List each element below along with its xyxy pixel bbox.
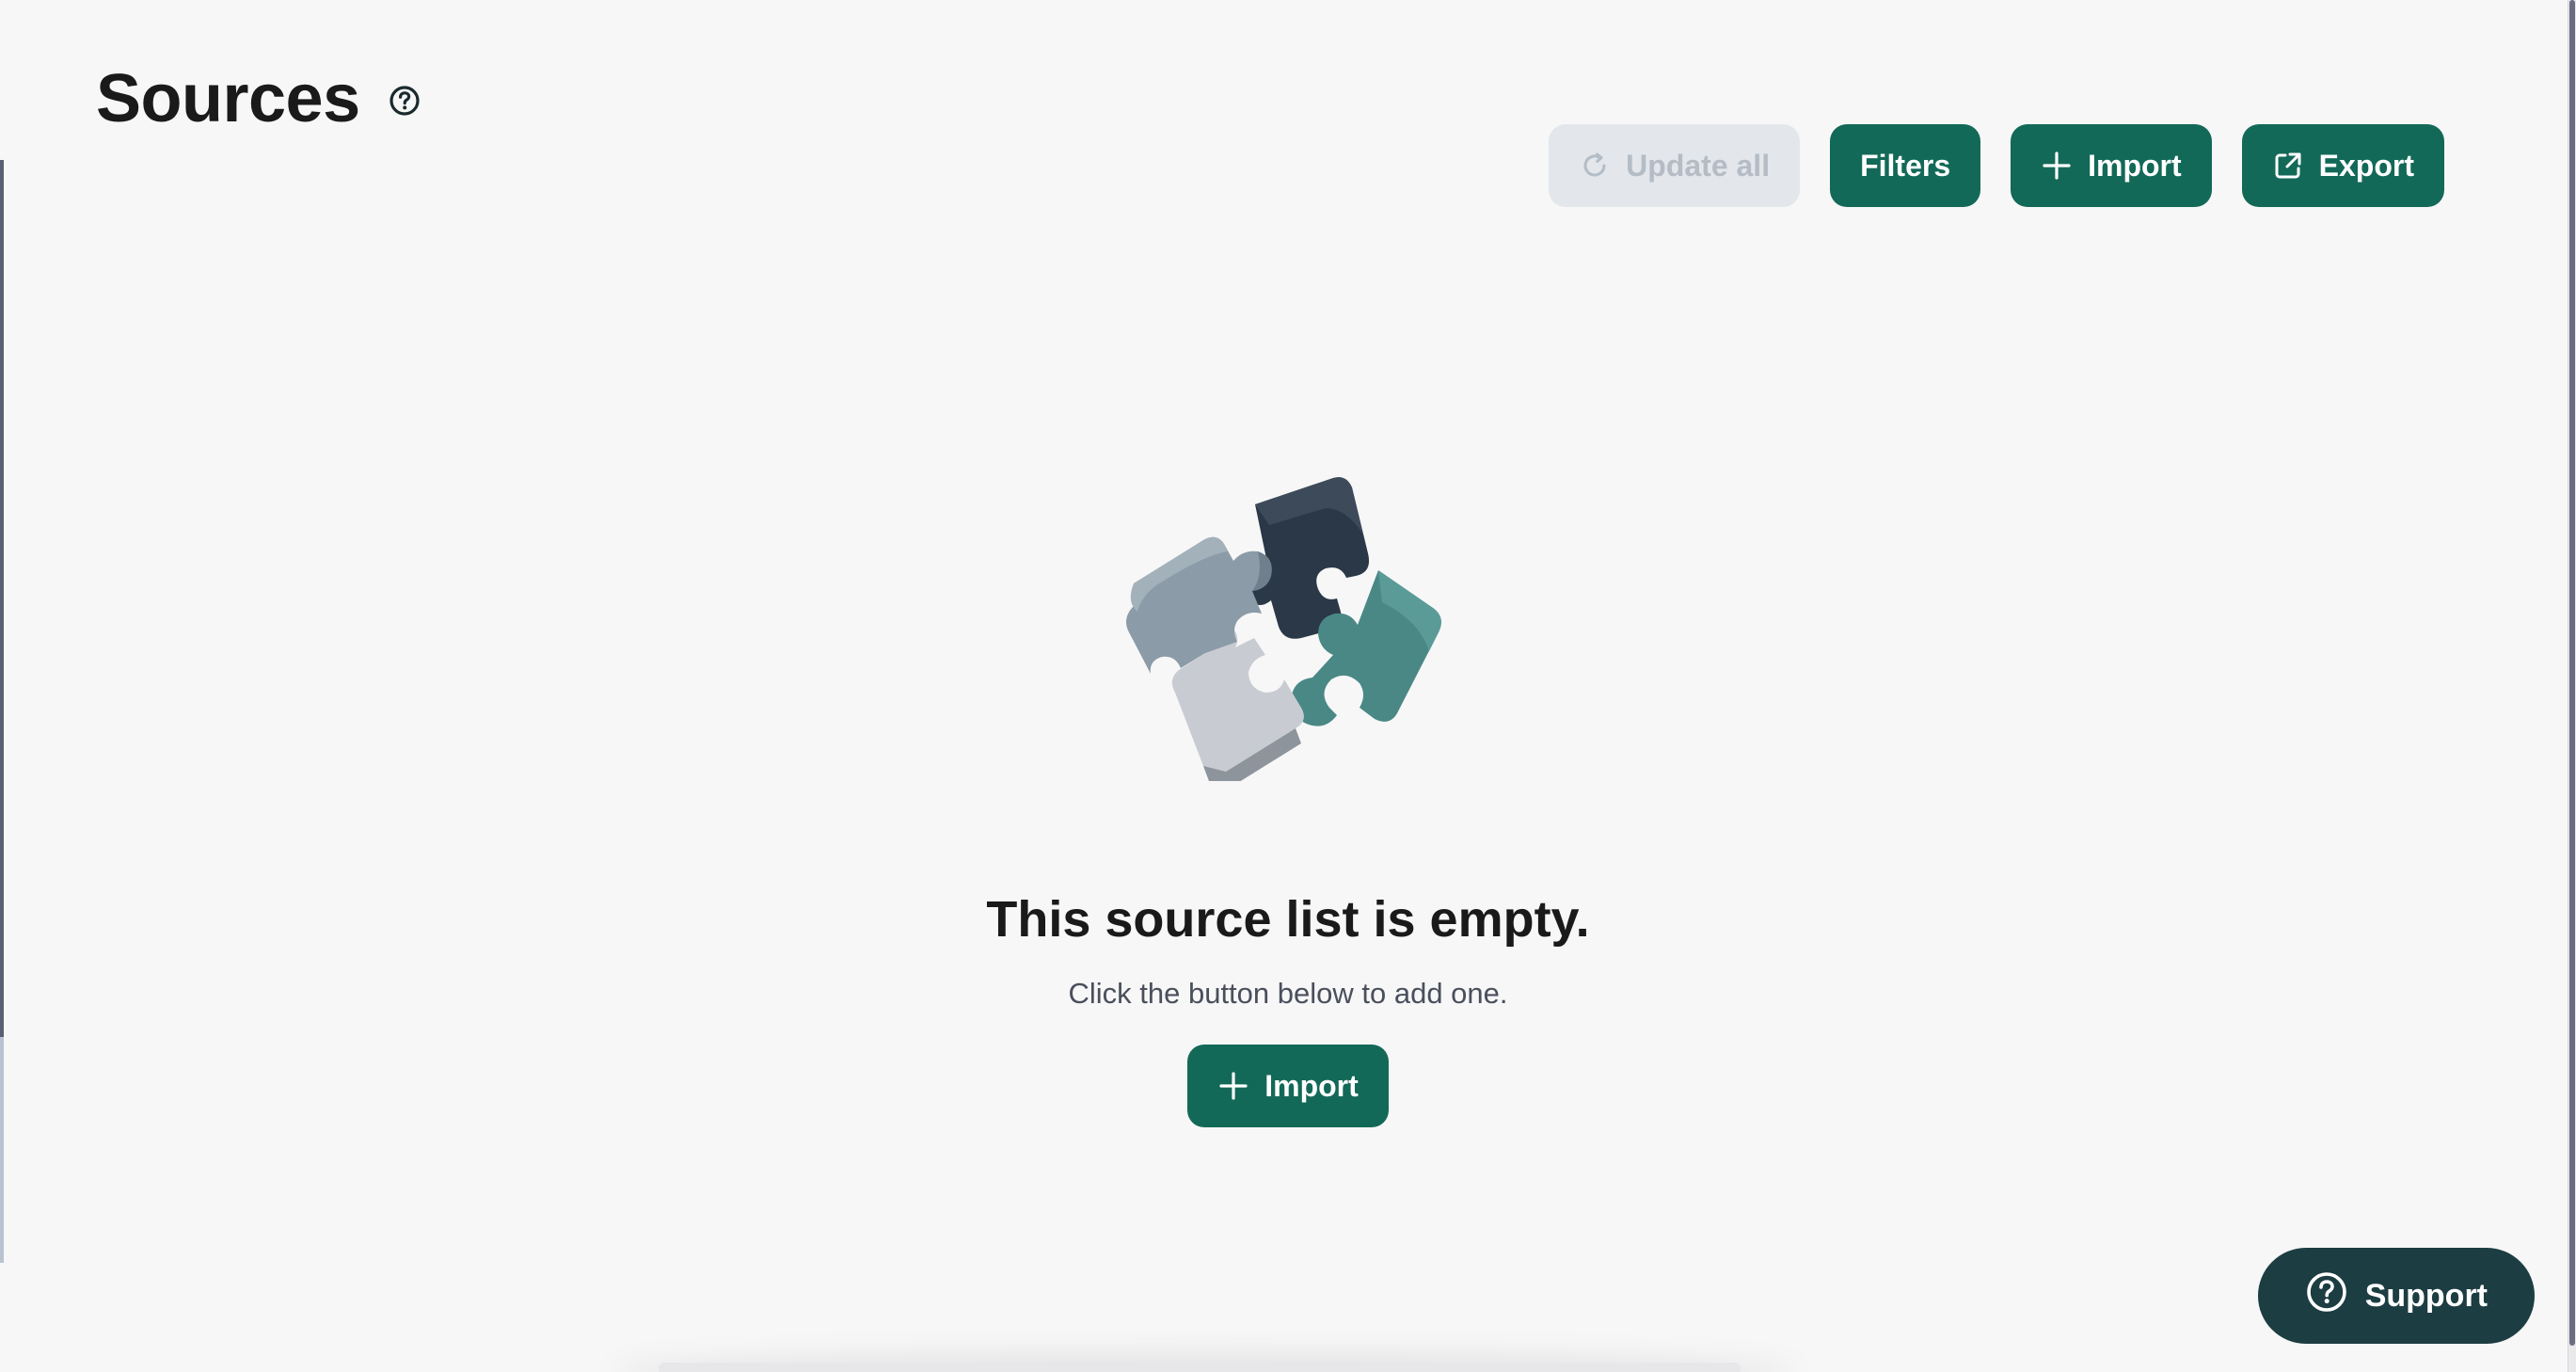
empty-state-import-label: Import (1264, 1068, 1359, 1103)
update-all-label: Update all (1626, 148, 1771, 183)
page-header: Sources (96, 60, 421, 137)
empty-state-import-button[interactable]: Import (1187, 1045, 1389, 1127)
filters-label: Filters (1860, 148, 1951, 183)
import-label: Import (2088, 148, 2182, 183)
puzzle-pieces-icon (1126, 477, 1441, 781)
export-button[interactable]: Export (2241, 124, 2444, 207)
support-button[interactable]: Support (2257, 1248, 2535, 1344)
filters-button[interactable]: Filters (1830, 124, 1981, 207)
refresh-icon (1579, 150, 1611, 182)
question-circle-icon (2305, 1270, 2348, 1322)
support-label: Support (2364, 1277, 2488, 1314)
empty-state: This source list is empty. Click the but… (0, 471, 2576, 1127)
sources-page: Sources Update all Filters Import Export… (0, 0, 2576, 1372)
bottom-drawer-handle[interactable] (659, 1363, 1741, 1372)
empty-state-title: This source list is empty. (986, 891, 1590, 948)
plus-icon (1217, 1070, 1249, 1102)
page-title: Sources (96, 61, 360, 136)
external-link-icon (2272, 150, 2304, 182)
update-all-button[interactable]: Update all (1549, 124, 1801, 207)
toolbar: Update all Filters Import Export (1549, 124, 2444, 207)
import-button[interactable]: Import (2011, 124, 2212, 207)
plus-icon (2041, 150, 2073, 182)
empty-state-subtitle: Click the button below to add one. (1068, 977, 1508, 1010)
export-label: Export (2318, 148, 2414, 183)
question-circle-icon[interactable] (389, 85, 421, 117)
